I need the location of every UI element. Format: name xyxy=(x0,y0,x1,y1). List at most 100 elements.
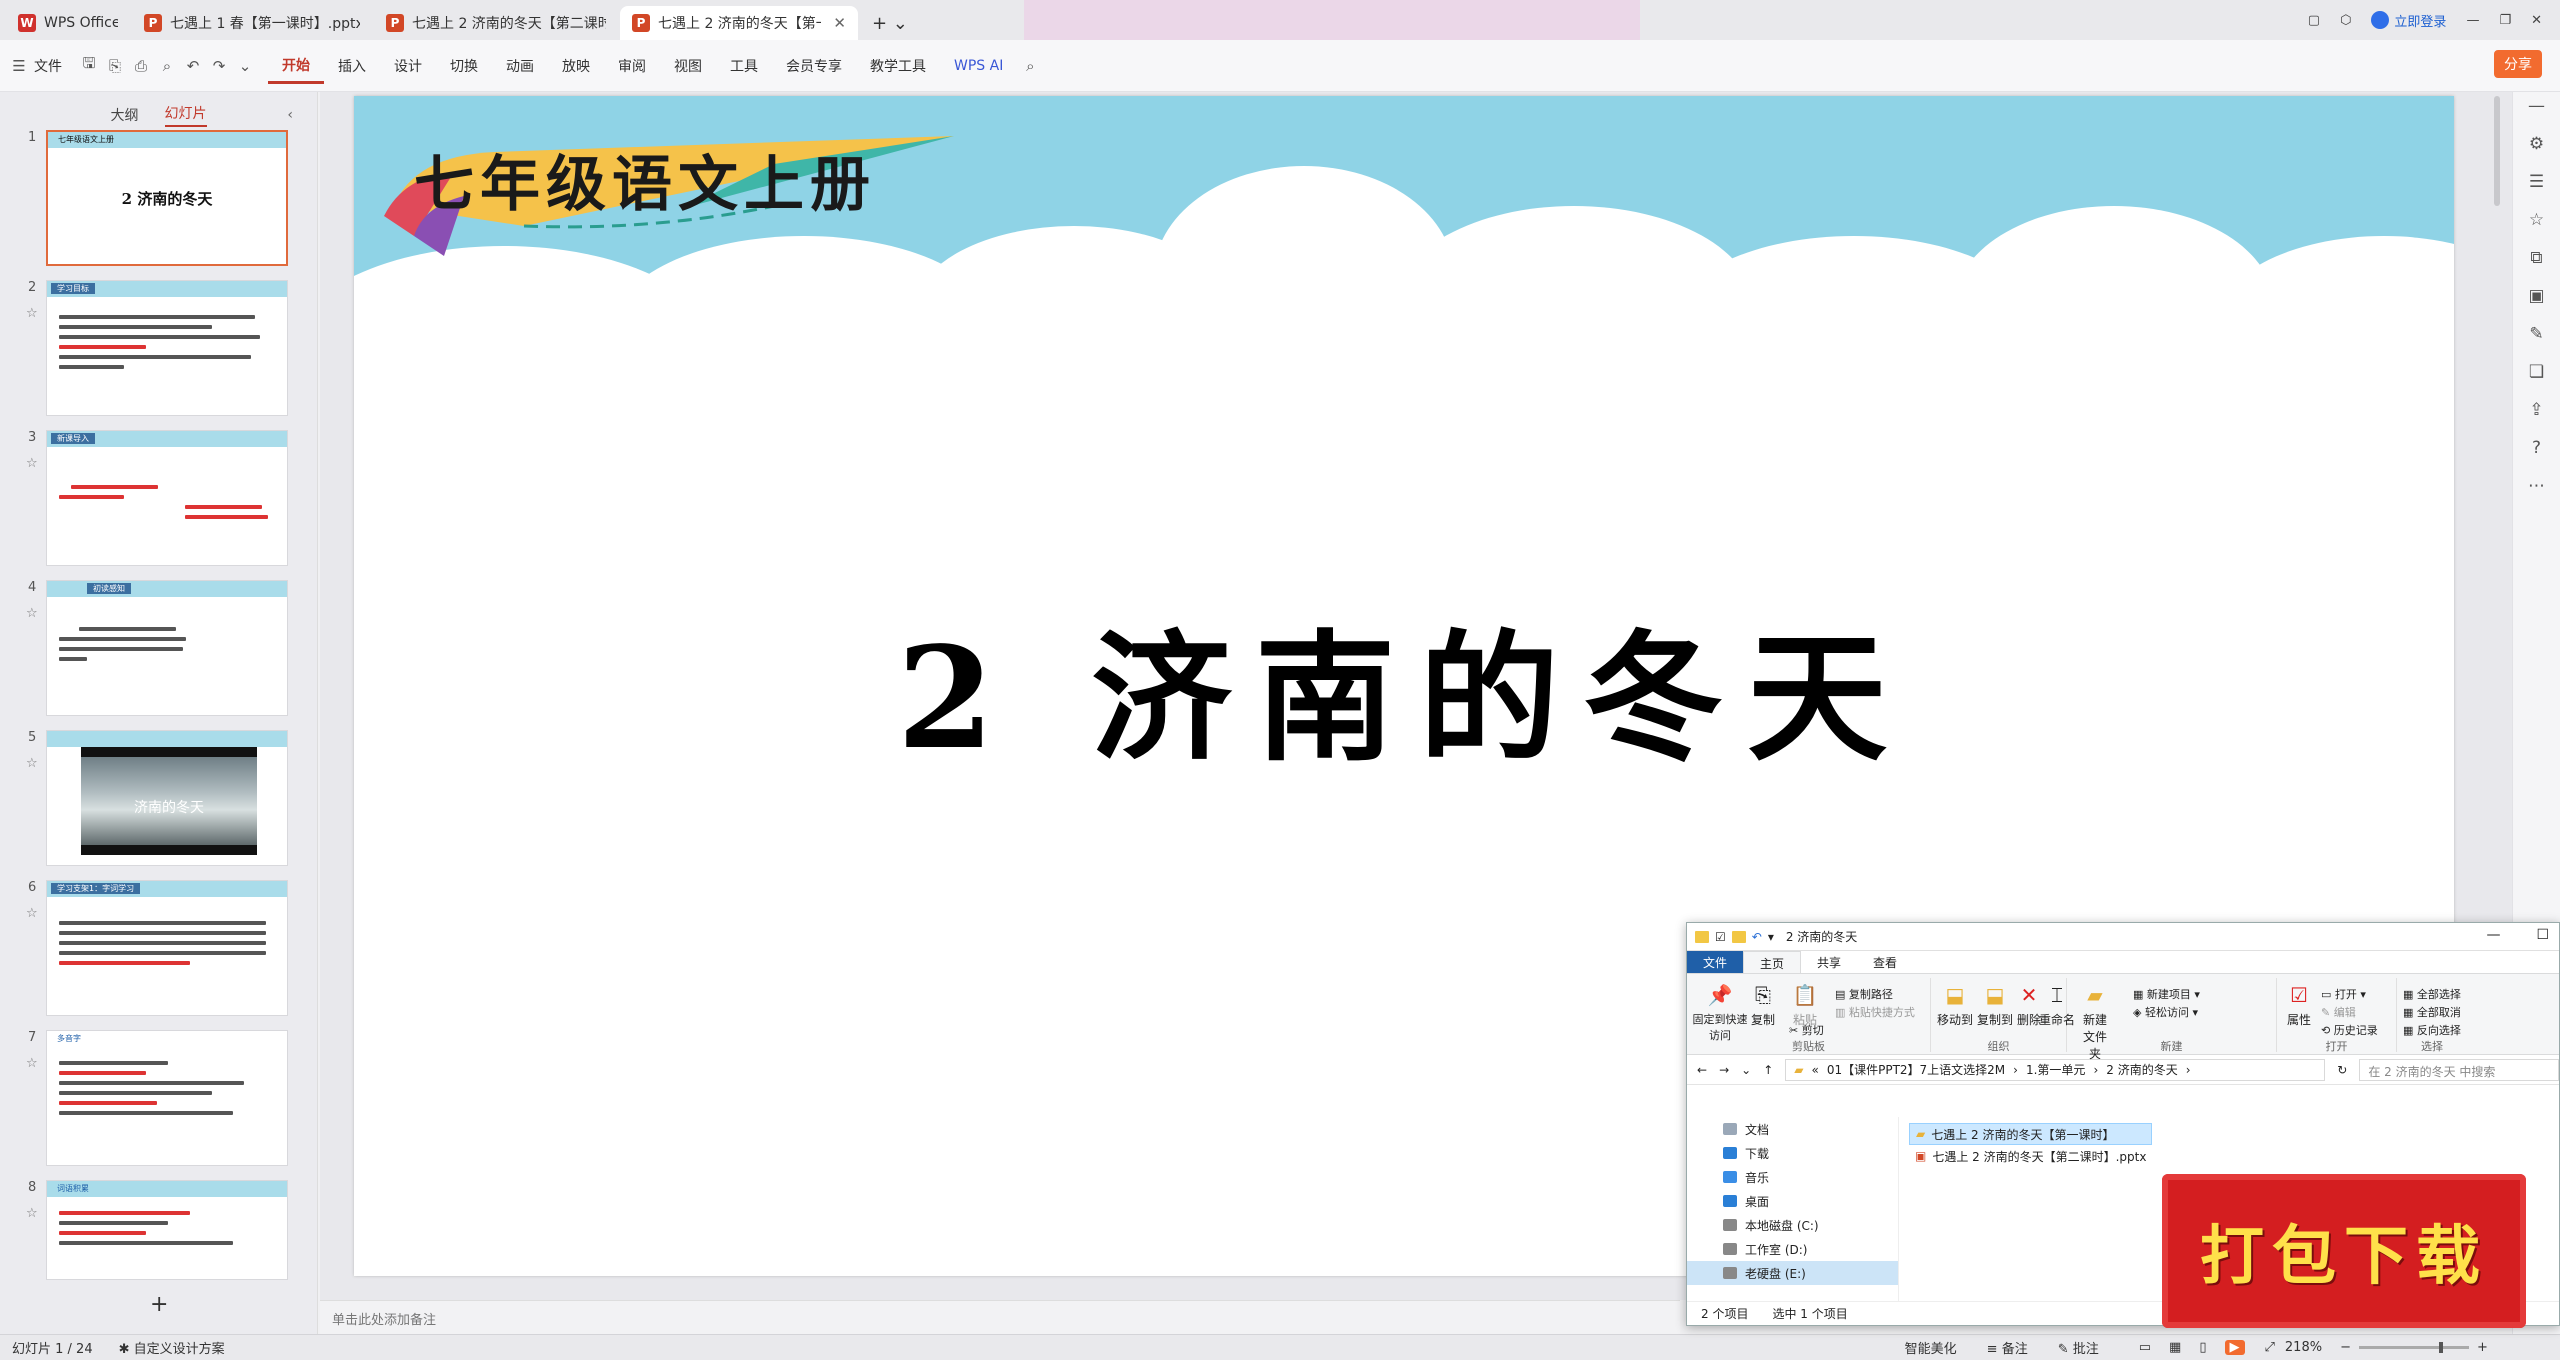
copy-button[interactable]: ⎘ 复制 xyxy=(1739,982,1787,1028)
explorer-tab-home[interactable]: 主页 xyxy=(1743,951,1802,973)
select-all-button[interactable]: ▦ 全部选择 xyxy=(2403,986,2461,1002)
export-icon[interactable]: ⎘ xyxy=(102,57,128,75)
more-icon[interactable]: ⋯ xyxy=(2528,476,2545,496)
ribbon-tab-teaching[interactable]: 教学工具 xyxy=(856,56,940,76)
thumb-row[interactable]: 4 ☆ 初读感知 xyxy=(0,580,300,720)
slide-thumbnail[interactable]: 学习支架1：字词学习 xyxy=(46,880,288,1016)
slide-thumbnail[interactable]: 新课导入 xyxy=(46,430,288,566)
thumb-row[interactable]: 5 ☆ 济南的冬天 xyxy=(0,730,300,870)
undo-icon[interactable]: ↶ xyxy=(180,57,206,75)
collapse-icon[interactable]: — xyxy=(2528,96,2545,116)
ribbon-tab-insert[interactable]: 插入 xyxy=(324,56,380,76)
nav-item-drive-d[interactable]: 工作室 (D:) xyxy=(1687,1237,1898,1261)
comments-toggle[interactable]: ✎ 批注 xyxy=(2058,1338,2099,1357)
ribbon-tab-transition[interactable]: 切换 xyxy=(436,56,492,76)
share-button[interactable]: 分享 xyxy=(2494,50,2542,78)
cut-button[interactable]: ✂ 剪切 xyxy=(1789,1022,1824,1038)
recent-icon[interactable]: ⌄ xyxy=(1741,1063,1751,1077)
view-grid-icon[interactable]: ▦ xyxy=(2169,1340,2181,1355)
slide-thumbnail[interactable]: 词语积累 xyxy=(46,1180,288,1280)
zoom-slider[interactable] xyxy=(2358,1342,2469,1353)
restore-icon[interactable]: ❐ xyxy=(2499,13,2511,28)
tab-slides[interactable]: 幻灯片 xyxy=(164,103,207,127)
redo-icon[interactable]: ↷ xyxy=(206,57,232,75)
ribbon-tab-view[interactable]: 视图 xyxy=(660,56,716,76)
close-tab-icon[interactable]: ✕ xyxy=(833,14,846,32)
new-item-button[interactable]: ▦ 新建项目 ▾ xyxy=(2133,986,2200,1002)
star-icon[interactable]: ☆ xyxy=(26,606,38,621)
paste-shortcut-button[interactable]: ▥ 粘贴快捷方式 xyxy=(1835,1004,1915,1020)
close-icon[interactable]: ✕ xyxy=(2531,13,2542,28)
open-button[interactable]: ▭ 打开 ▾ xyxy=(2321,986,2366,1002)
search-icon[interactable]: ⌕ xyxy=(1017,57,1043,75)
file-row-pptx[interactable]: ▣ 七遇上 2 济南的冬天【第二课时】.pptx xyxy=(1909,1145,2152,1167)
nav-item-drive-e[interactable]: 老硬盘 (E:) xyxy=(1687,1261,1898,1285)
star-icon[interactable]: ☆ xyxy=(26,306,38,321)
star-icon[interactable]: ☆ xyxy=(2529,210,2544,230)
login-button[interactable]: 立即登录 xyxy=(2371,11,2446,30)
save-icon[interactable]: 🖫 xyxy=(76,53,102,78)
explorer-tab-view[interactable]: 查看 xyxy=(1857,951,1913,973)
breadcrumb-segment[interactable]: 01【课件PPT2】7上语文选择2M xyxy=(1827,1061,2005,1078)
tab-outline[interactable]: 大纲 xyxy=(111,105,139,125)
minimize-icon[interactable]: — xyxy=(2466,13,2479,28)
edit-button[interactable]: ✎ 编辑 xyxy=(2321,1004,2356,1020)
ribbon-tab-design[interactable]: 设计 xyxy=(380,56,436,76)
star-icon[interactable]: ☆ xyxy=(26,1056,38,1071)
zoom-in-icon[interactable]: + xyxy=(2477,1340,2488,1355)
tab-wps-home[interactable]: W WPS Office xyxy=(6,6,130,40)
star-icon[interactable]: ☆ xyxy=(26,456,38,471)
tab-document-1[interactable]: P 七遇上 1 春【第一课时】.pptx xyxy=(132,6,372,40)
add-slide-button[interactable]: + xyxy=(150,1292,168,1317)
copy-path-button[interactable]: ▤ 复制路径 xyxy=(1835,986,1893,1002)
share-icon[interactable]: ⇪ xyxy=(2529,400,2543,420)
nav-item-drive-c[interactable]: 本地磁盘 (C:) xyxy=(1687,1213,1898,1237)
slide-thumbnail[interactable]: 济南的冬天 xyxy=(46,730,288,866)
menu-icon[interactable]: ☰ xyxy=(6,57,32,75)
thumb-row[interactable]: 3 ☆ 新课导入 xyxy=(0,430,300,570)
back-icon[interactable]: ← xyxy=(1697,1063,1707,1077)
ribbon-tab-home[interactable]: 开始 xyxy=(268,55,324,84)
more-icon[interactable]: ⌄ xyxy=(232,57,258,75)
notes-toggle[interactable]: ≡ 备注 xyxy=(1987,1338,2028,1357)
file-menu[interactable]: 文件 xyxy=(32,56,76,76)
tab-document-3[interactable]: P 七遇上 2 济南的冬天【第一课 ✕ xyxy=(620,6,858,40)
explorer-search-input[interactable]: 在 2 济南的冬天 中搜索 xyxy=(2359,1058,2559,1081)
download-package-button[interactable]: 打包下载 xyxy=(2162,1174,2526,1328)
breadcrumb-segment[interactable]: 2 济南的冬天 xyxy=(2106,1061,2177,1078)
help-icon[interactable]: ? xyxy=(2532,438,2541,458)
design-scheme[interactable]: ✱ 自定义设计方案 xyxy=(119,1338,225,1357)
preview-icon[interactable]: ⌕ xyxy=(154,57,180,75)
thumb-row[interactable]: 6 ☆ 学习支架1：字词学习 xyxy=(0,880,300,1020)
copy-icon[interactable]: ⧉ xyxy=(2530,248,2542,268)
qa-dropdown-icon[interactable]: ▾ xyxy=(1768,930,1774,944)
print-icon[interactable]: ⎙ xyxy=(128,57,154,75)
properties-button[interactable]: ☑ 属性 xyxy=(2277,982,2321,1028)
ribbon-tab-slideshow[interactable]: 放映 xyxy=(548,56,604,76)
scroll-thumb[interactable] xyxy=(2494,96,2500,206)
view-reading-icon[interactable]: ▯ xyxy=(2199,1340,2206,1355)
adjust-icon[interactable]: ⚙ xyxy=(2529,134,2544,154)
slide-thumbnail[interactable]: 学习目标 xyxy=(46,280,288,416)
wps-ai-button[interactable]: WPS AI xyxy=(940,58,1017,74)
ribbon-tab-member[interactable]: 会员专享 xyxy=(772,56,856,76)
refresh-icon[interactable]: ↻ xyxy=(2337,1063,2347,1077)
beautify-button[interactable]: 智能美化 xyxy=(1905,1338,1957,1357)
forward-icon[interactable]: → xyxy=(1719,1063,1729,1077)
ribbon-tab-review[interactable]: 审阅 xyxy=(604,56,660,76)
image-icon[interactable]: ▣ xyxy=(2528,286,2544,306)
thumb-row[interactable]: 7 ☆ 多音字 xyxy=(0,1030,300,1170)
easy-access-button[interactable]: ◈ 轻松访问 ▾ xyxy=(2133,1004,2198,1020)
settings-icon[interactable]: ☰ xyxy=(2529,172,2544,192)
minimize-icon[interactable]: — xyxy=(2486,927,2500,943)
star-icon[interactable]: ☆ xyxy=(26,1206,38,1221)
fit-icon[interactable]: ⤢ xyxy=(2265,1340,2275,1355)
thumb-row[interactable]: 2 ☆ 学习目标 xyxy=(0,280,300,420)
nav-item-desktop[interactable]: 桌面 xyxy=(1687,1189,1898,1213)
nav-item-documents[interactable]: 文档 xyxy=(1687,1117,1898,1141)
cube-icon[interactable]: ⬡ xyxy=(2340,13,2351,28)
layout-icon[interactable]: ▢ xyxy=(2308,13,2320,28)
nav-item-music[interactable]: 音乐 xyxy=(1687,1165,1898,1189)
slide-thumbnail[interactable]: 多音字 xyxy=(46,1030,288,1166)
slide-thumbnail[interactable]: 初读感知 xyxy=(46,580,288,716)
